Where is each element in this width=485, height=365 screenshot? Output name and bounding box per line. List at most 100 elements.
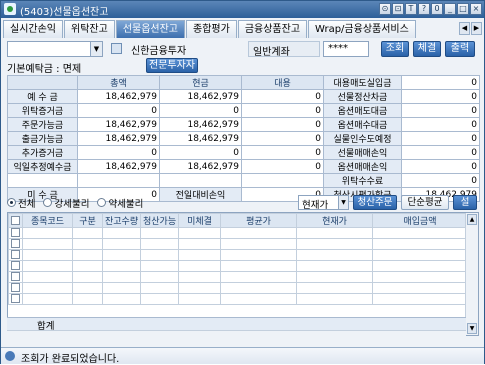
- account-lookup-icon[interactable]: [111, 43, 122, 54]
- radio-bullish-unfavorable[interactable]: 강세불리: [43, 196, 89, 210]
- table-row[interactable]: [8, 282, 468, 294]
- tab-wrap-services[interactable]: Wrap/금융상품서비스: [308, 20, 416, 38]
- radio-icon[interactable]: [43, 198, 53, 207]
- minimize-button[interactable]: _: [444, 3, 456, 15]
- main-window: (5403)선물옵션잔고 ⊙ ⊡ T ? 0 _ □ × 실시간손익 위탁잔고 …: [0, 0, 485, 365]
- tab-total-evaluation[interactable]: 종합평가: [186, 20, 237, 38]
- right-label: 옵션매매손익: [323, 159, 402, 174]
- cell: [22, 293, 73, 305]
- settle-button[interactable]: 체결: [413, 41, 441, 57]
- radio-selected-icon[interactable]: [7, 198, 16, 207]
- cell: [102, 249, 141, 261]
- blank-cell: [159, 173, 242, 188]
- tab-realtime-pnl[interactable]: 실시간손익: [3, 20, 63, 38]
- table-row[interactable]: [8, 293, 468, 305]
- cell: [296, 282, 373, 294]
- blank-cell: [241, 173, 324, 188]
- cell: [22, 260, 73, 272]
- cell-cash: 18,462,979: [159, 89, 242, 104]
- col-header: 종목코드: [22, 213, 73, 228]
- cell: [178, 227, 221, 239]
- checkbox-icon[interactable]: [11, 250, 20, 259]
- cell-cash: 18,462,979: [159, 159, 242, 174]
- vertical-scrollbar[interactable]: ▲ ▼: [465, 213, 478, 335]
- select-all-checkbox[interactable]: [8, 213, 23, 228]
- status-message: 조회가 완료되었습니다.: [21, 354, 120, 365]
- cell: [22, 271, 73, 283]
- cell: [140, 249, 179, 261]
- pro-investor-button[interactable]: 전문투자자: [146, 58, 198, 73]
- scroll-down-arrow-icon[interactable]: ▼: [467, 323, 477, 334]
- right-value: 0: [401, 145, 480, 160]
- title-button[interactable]: T: [405, 3, 417, 15]
- price-type-select[interactable]: 현재가 ▼: [298, 195, 349, 211]
- checkbox-icon[interactable]: [11, 272, 20, 281]
- tab-futures-options-balance[interactable]: 선물옵션잔고: [115, 20, 186, 38]
- checkbox-icon[interactable]: [11, 294, 20, 303]
- cell: [22, 238, 73, 250]
- cell: [372, 238, 468, 250]
- help-button[interactable]: ?: [418, 3, 430, 15]
- cell: [140, 260, 179, 272]
- cell: [372, 282, 468, 294]
- row-label: 주문가능금: [7, 117, 78, 132]
- cell-total: 18,462,979: [77, 131, 160, 146]
- checkbox-icon[interactable]: [11, 215, 20, 225]
- table-row[interactable]: [8, 271, 468, 283]
- settings-button[interactable]: 설: [453, 195, 477, 210]
- right-label: 선물매매손익: [323, 145, 402, 160]
- right-label: 옵션매수대금: [323, 117, 402, 132]
- maximize-button[interactable]: □: [457, 3, 469, 15]
- cell-cash: 18,462,979: [159, 131, 242, 146]
- tab-financial-products[interactable]: 금융상품잔고: [237, 20, 308, 38]
- simple-average-button[interactable]: 단순평균: [401, 195, 449, 210]
- tab-right-arrow-icon[interactable]: ▶: [471, 22, 482, 35]
- chevron-down-icon[interactable]: ▼: [90, 42, 102, 56]
- cell-substitute: 0: [241, 145, 324, 160]
- query-button[interactable]: 조회: [381, 41, 409, 57]
- scroll-up-arrow-icon[interactable]: ▲: [467, 214, 477, 225]
- password-field[interactable]: ****: [323, 41, 369, 57]
- horizontal-scrollbar[interactable]: [7, 330, 466, 342]
- checkbox-icon[interactable]: [11, 261, 20, 270]
- title-button[interactable]: ⊡: [392, 3, 404, 15]
- title-button[interactable]: 0: [431, 3, 443, 15]
- cell: [72, 238, 103, 250]
- cell: [372, 249, 468, 261]
- tab-left-arrow-icon[interactable]: ◀: [459, 22, 470, 35]
- table-row[interactable]: [8, 227, 468, 239]
- blank-cell: [77, 173, 160, 188]
- filter-radio-group: 전체 강세불리 약세불리: [7, 196, 143, 210]
- radio-label: 전체: [18, 198, 36, 210]
- title-button[interactable]: ⊙: [379, 3, 391, 15]
- radio-icon[interactable]: [97, 198, 107, 207]
- checkbox-icon[interactable]: [11, 228, 20, 237]
- print-button[interactable]: 출력: [445, 41, 475, 57]
- table-row[interactable]: [8, 238, 468, 250]
- close-button[interactable]: ×: [470, 3, 482, 15]
- table-row[interactable]: [8, 260, 468, 272]
- table-row[interactable]: [8, 249, 468, 261]
- checkbox-icon[interactable]: [11, 283, 20, 292]
- row-checkbox[interactable]: [8, 271, 23, 283]
- cell: [22, 282, 73, 294]
- radio-bearish-unfavorable[interactable]: 약세불리: [97, 196, 143, 210]
- tab-consignment-balance[interactable]: 위탁잔고: [64, 20, 115, 38]
- cell: [372, 227, 468, 239]
- cell: [220, 282, 297, 294]
- account-number-select[interactable]: ▼: [7, 41, 103, 57]
- checkbox-icon[interactable]: [11, 239, 20, 248]
- row-checkbox[interactable]: [8, 238, 23, 250]
- row-checkbox[interactable]: [8, 293, 23, 305]
- radio-all[interactable]: 전체: [7, 196, 36, 210]
- chevron-down-icon[interactable]: ▼: [338, 196, 348, 209]
- summary-table: 총액 현금 대용 대용매도실입금 0 예 수 금 18,462,979 18,4…: [7, 75, 480, 202]
- row-label: 위탁증거금: [7, 103, 78, 118]
- row-checkbox[interactable]: [8, 227, 23, 239]
- cell: [178, 249, 221, 261]
- row-checkbox[interactable]: [8, 282, 23, 294]
- row-checkbox[interactable]: [8, 260, 23, 272]
- row-checkbox[interactable]: [8, 249, 23, 261]
- liquidation-order-button[interactable]: 청산주문: [353, 195, 397, 210]
- title-buttons: ⊙ ⊡ T ? 0 _ □ ×: [379, 3, 482, 15]
